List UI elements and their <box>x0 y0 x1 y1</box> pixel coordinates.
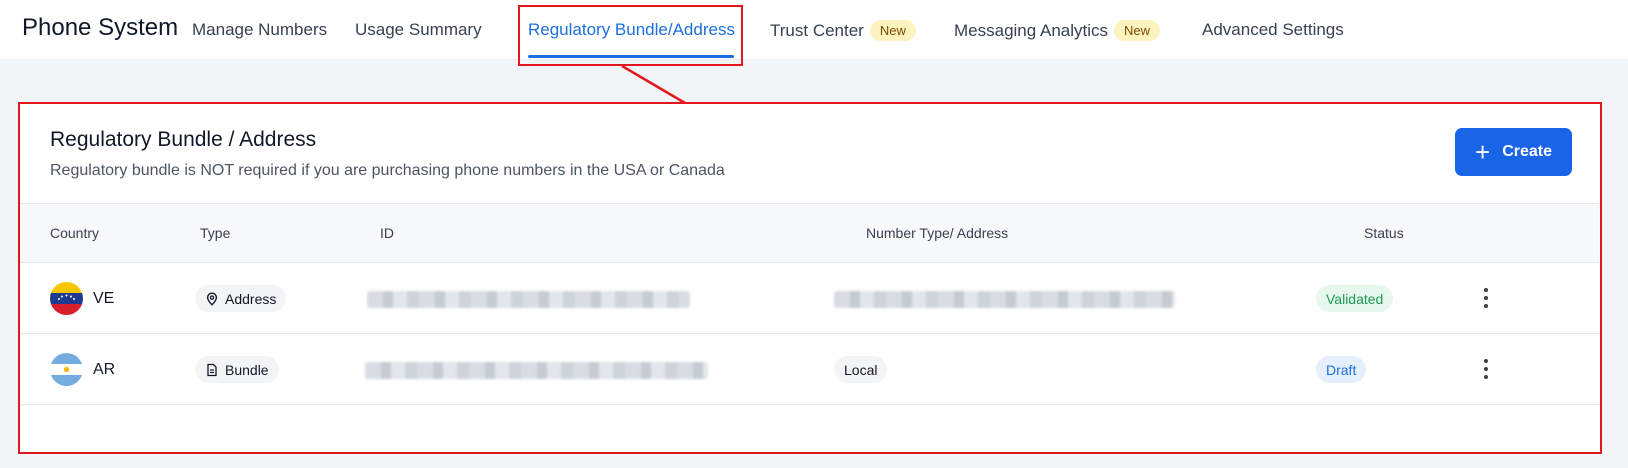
argentina-flag-icon <box>50 353 83 386</box>
status-badge: Draft <box>1316 356 1367 383</box>
redacted-id <box>367 291 690 308</box>
create-button[interactable]: + Create <box>1455 128 1572 176</box>
redacted-id <box>365 362 708 379</box>
document-icon <box>207 363 217 376</box>
table-row[interactable]: VE Address Validated <box>20 263 1599 334</box>
column-header-status: Status <box>1364 225 1404 241</box>
country-code: AR <box>93 361 116 378</box>
type-label: Bundle <box>225 361 269 378</box>
plus-icon: + <box>1475 137 1491 167</box>
create-button-label: Create <box>1502 143 1552 160</box>
type-tag: Address <box>195 285 287 312</box>
section-subtitle: Regulatory bundle is NOT required if you… <box>50 162 725 179</box>
column-header-id: ID <box>380 225 394 241</box>
status-badge: Validated <box>1316 285 1394 312</box>
column-header-type: Type <box>200 225 231 241</box>
type-tag: Bundle <box>195 356 279 383</box>
column-header-number-type-address: Number Type/ Address <box>866 225 1009 241</box>
table-header: Country Type ID Number Type/ Address Sta… <box>20 203 1599 263</box>
row-actions-menu-icon[interactable] <box>1478 285 1494 311</box>
regulatory-bundle-panel: Regulatory Bundle / Address Regulatory b… <box>18 102 1602 454</box>
row-actions-menu-icon[interactable] <box>1478 356 1494 382</box>
venezuela-flag-icon <box>50 282 83 315</box>
map-pin-icon <box>206 291 218 306</box>
table-row[interactable]: AR Bundle Local Draft <box>20 334 1599 405</box>
country-code: VE <box>93 290 115 307</box>
section-title: Regulatory Bundle / Address <box>50 128 317 151</box>
redacted-address <box>834 291 1175 308</box>
column-header-country: Country <box>50 225 100 241</box>
number-type-tag: Local <box>834 356 888 383</box>
type-label: Address <box>225 290 277 307</box>
